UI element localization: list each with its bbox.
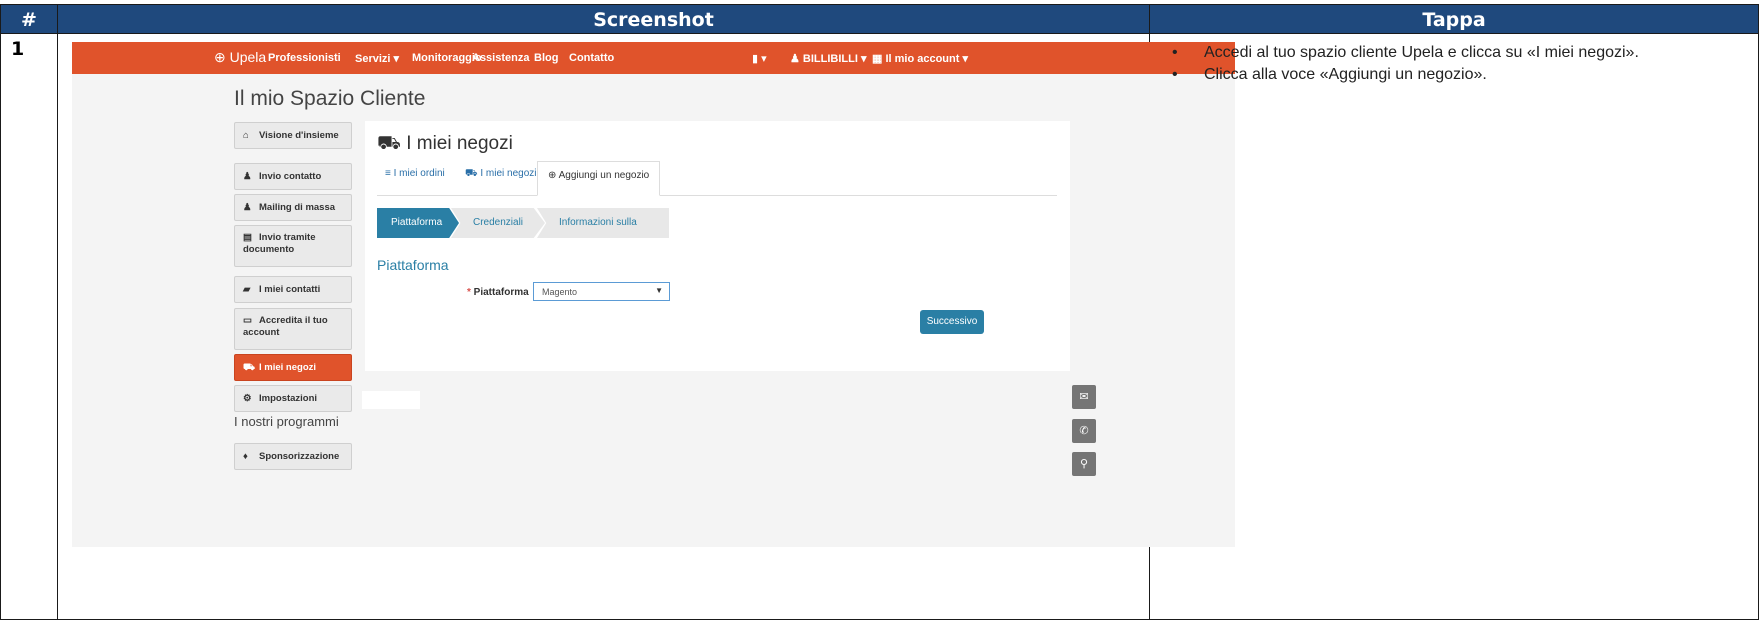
nav-item[interactable]: Blog <box>534 52 558 64</box>
brand-logo[interactable]: ⊕ Upela <box>214 49 266 66</box>
tappa-cell <box>1149 33 1759 620</box>
sidebar-item-label: Invio contatto <box>259 171 322 182</box>
panel-title: ⛟ I miei negozi <box>377 133 513 157</box>
steps-list: Accedi al tuo spazio cliente Upela e cli… <box>1166 42 1726 86</box>
book-icon: ▰ <box>243 284 251 295</box>
next-button[interactable]: Successivo <box>920 310 984 334</box>
programs-heading: I nostri programmi <box>234 414 339 429</box>
wizard-step-platform[interactable]: Piattaforma <box>377 208 459 238</box>
language-caret: ▾ <box>761 53 767 65</box>
nav-item[interactable]: Servizi ▾ <box>355 52 399 65</box>
tab-label: I miei ordini <box>393 168 445 179</box>
user-name: BILLIBILLI ▾ <box>802 53 867 65</box>
sidebar-item-label: Visione d'insieme <box>259 130 339 141</box>
wizard-step-credentials[interactable]: Credenziali <box>451 208 545 238</box>
header-screenshot: Screenshot <box>57 4 1250 34</box>
phone-icon[interactable]: ✆ <box>1072 419 1096 443</box>
required-marker: * <box>467 287 474 298</box>
language-flag-icon[interactable]: ▮ ▾ <box>752 52 767 65</box>
platform-field-label-text: Piattaforma <box>473 287 529 298</box>
sidebar-item-label: Sponsorizzazione <box>259 451 340 462</box>
list-icon: ≡ <box>385 168 394 179</box>
nav-item[interactable]: Contatto <box>569 52 614 64</box>
sidebar-item-overview[interactable]: ⌂ Visione d'insieme <box>234 122 352 149</box>
platform-field-label: * Piattaforma <box>467 287 529 298</box>
tab-orders[interactable]: ≡ I miei ordini <box>385 168 445 179</box>
platform-select-value: Magento <box>542 287 578 297</box>
user-menu[interactable]: ♟ BILLIBILLI ▾ <box>790 52 867 65</box>
cart-icon: ⛟ <box>243 362 255 373</box>
gear-icon: ⚙ <box>243 393 252 404</box>
panel-title-text: I miei negozi <box>406 133 513 154</box>
user-icon: ♟ <box>243 171 252 182</box>
card-icon: ▭ <box>243 315 252 326</box>
home-icon: ⌂ <box>243 130 249 141</box>
blank-box <box>362 391 420 409</box>
document-icon: ▤ <box>243 232 252 243</box>
shops-panel: ⛟ I miei negozi ≡ I miei ordini ⛟ I miei… <box>365 121 1070 371</box>
sidebar-item-label: Impostazioni <box>259 393 318 404</box>
plus-circle-icon: ⊕ <box>548 170 559 181</box>
tab-label: I miei negozi <box>480 168 537 179</box>
caret-down-icon: ▼ <box>655 286 663 295</box>
page-title: Il mio Spazio Cliente <box>234 87 426 110</box>
sidebar-item-sponsorship[interactable]: ♦ Sponsorizzazione <box>234 443 352 470</box>
sidebar-item-send-document[interactable]: ▤ Invio tramite documento <box>234 225 352 267</box>
section-heading: Piattaforma <box>377 257 449 273</box>
sidebar-item-credit-account[interactable]: ▭ Accredita il tuo account <box>234 308 352 350</box>
sidebar-item-settings[interactable]: ⚙ Impostazioni <box>234 385 352 412</box>
sidebar-item-mass-mailing[interactable]: ♟ Mailing di massa <box>234 194 352 221</box>
sidebar-item-label: I miei contatti <box>259 284 321 295</box>
embedded-screenshot: ⊕ Upela Professionisti Servizi ▾ Monitor… <box>72 42 1235 547</box>
account-label: Il mio account ▾ <box>885 53 968 65</box>
cart-icon: ⛟ <box>465 168 481 179</box>
gift-icon: ♦ <box>243 451 248 462</box>
wizard-step-boutique-info[interactable]: Informazioni sulla boutique <box>537 208 669 238</box>
sidebar-item-contacts[interactable]: ▰ I miei contatti <box>234 276 352 303</box>
email-icon[interactable]: ✉ <box>1072 385 1096 409</box>
nav-item[interactable]: Assistenza <box>472 52 529 64</box>
tabs-divider <box>377 195 1057 196</box>
platform-select[interactable]: Magento ▼ <box>533 282 670 301</box>
sidebar-item-send-contact[interactable]: ♟ Invio contatto <box>234 163 352 190</box>
nav-item[interactable]: Professionisti <box>268 52 341 64</box>
search-icon[interactable]: ⚲ <box>1072 452 1096 476</box>
users-icon: ♟ <box>243 202 252 213</box>
cart-icon: ⛟ <box>377 133 407 154</box>
header-num: # <box>0 4 58 34</box>
brand-text: Upela <box>229 49 267 65</box>
sidebar-item-label: I miei negozi <box>259 362 317 373</box>
sidebar-item-label: Mailing di massa <box>259 202 336 213</box>
top-navbar: ⊕ Upela Professionisti Servizi ▾ Monitor… <box>72 42 1235 74</box>
tab-add-shop[interactable]: ⊕ Aggiungi un negozio <box>537 161 661 196</box>
header-tappa: Tappa <box>1149 4 1759 34</box>
step-item: Accedi al tuo spazio cliente Upela e cli… <box>1166 42 1726 64</box>
account-menu[interactable]: ▦ Il mio account ▾ <box>872 52 968 65</box>
step-item: Clicca alla voce «Aggiungi un negozio». <box>1166 64 1726 86</box>
tab-shops[interactable]: ⛟ I miei negozi <box>465 168 537 181</box>
sidebar-item-shops[interactable]: ⛟ I miei negozi <box>234 354 352 381</box>
row-number: 1 <box>0 33 58 620</box>
tab-label: Aggiungi un negozio <box>558 170 650 181</box>
